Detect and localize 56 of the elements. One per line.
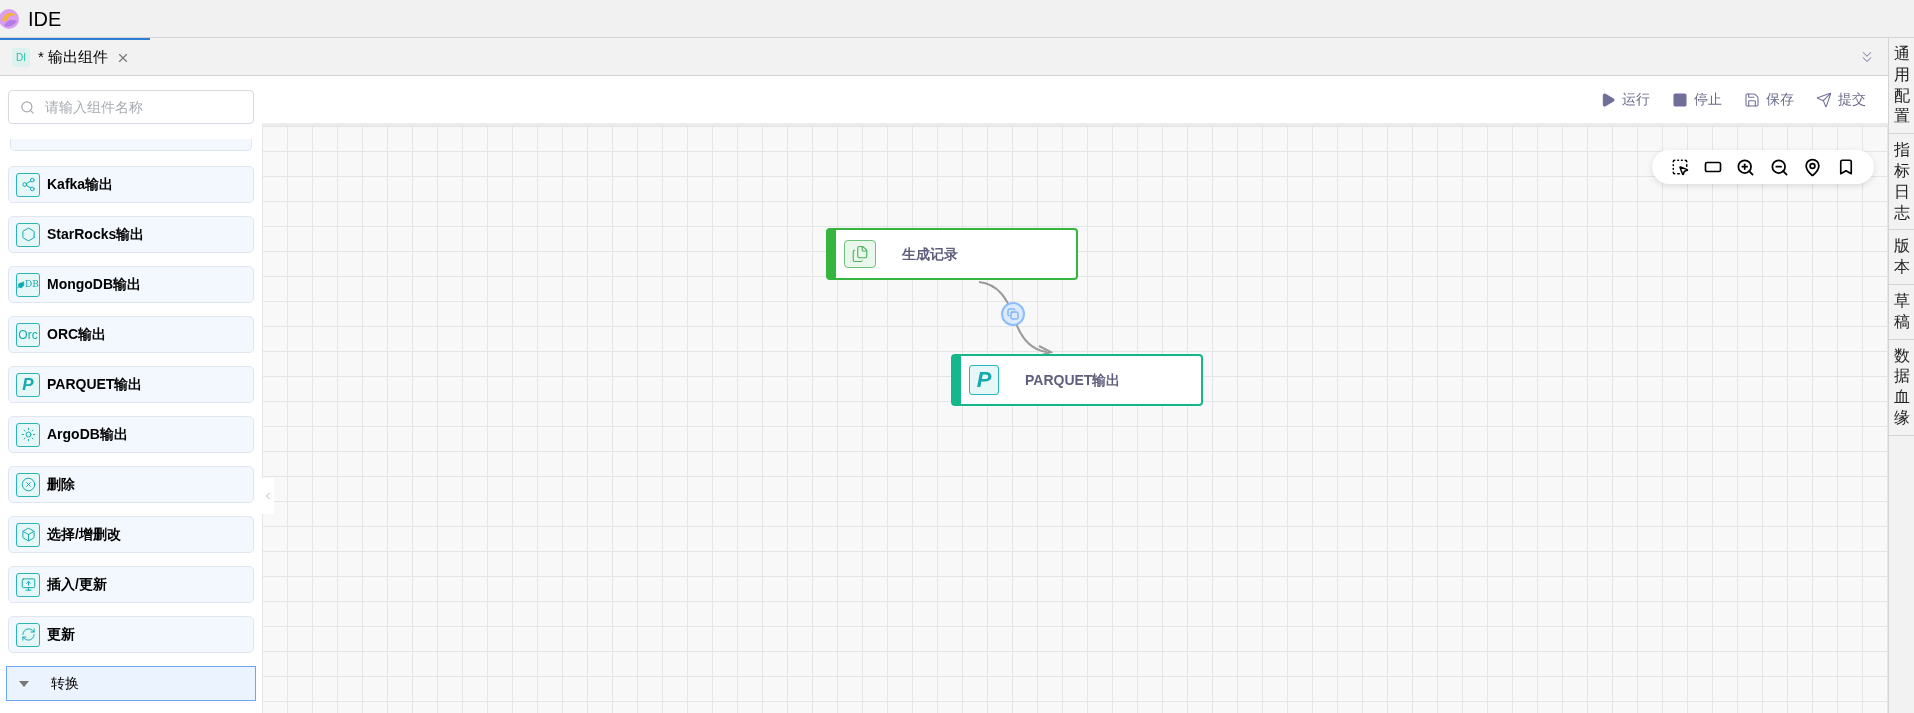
component-item[interactable]: DB MongoDB输出 bbox=[8, 266, 254, 303]
upload-screen-icon bbox=[16, 572, 40, 597]
letter-logo-icon: P bbox=[16, 372, 40, 397]
text-logo-icon: Orc bbox=[16, 322, 40, 347]
search-icon bbox=[20, 100, 35, 115]
logo-icon bbox=[0, 7, 20, 30]
letter-logo-icon: P bbox=[969, 365, 999, 395]
refresh-icon bbox=[16, 622, 40, 647]
zoom-out-icon[interactable] bbox=[1769, 157, 1789, 177]
burst-icon bbox=[16, 422, 40, 447]
side-tab[interactable]: 指标日志 bbox=[1889, 134, 1914, 231]
component-item[interactable]: 插入/更新 bbox=[8, 566, 254, 603]
side-tab-label: 数据血缘 bbox=[1893, 345, 1910, 428]
send-icon bbox=[1816, 91, 1832, 108]
component-item[interactable]: Kafka输出 bbox=[8, 166, 254, 203]
flow-node[interactable]: P PARQUET输出 bbox=[951, 354, 1203, 406]
side-tab-label: 指标日志 bbox=[1893, 140, 1910, 223]
toolbar-button[interactable]: 运行 bbox=[1600, 89, 1650, 110]
cube-icon bbox=[16, 522, 40, 547]
nodes-icon bbox=[16, 172, 40, 197]
documents-icon bbox=[844, 240, 876, 268]
tab-label: * 输出组件 bbox=[38, 47, 108, 68]
tab-badge: DI bbox=[12, 48, 30, 67]
toolbar-button[interactable]: 保存 bbox=[1744, 89, 1794, 110]
editor-tab[interactable]: DI * 输出组件 bbox=[0, 38, 150, 75]
select-icon[interactable] bbox=[1671, 158, 1690, 176]
component-item[interactable]: 更新 bbox=[8, 616, 254, 653]
play-icon bbox=[1600, 91, 1616, 108]
map-pin-icon[interactable] bbox=[1803, 157, 1823, 177]
side-tab[interactable]: 数据血缘 bbox=[1889, 339, 1914, 436]
app-title: IDE bbox=[28, 6, 62, 32]
side-tab-label: 版本 bbox=[1893, 236, 1910, 278]
save-icon bbox=[1744, 91, 1760, 108]
category-header[interactable]: 转换 bbox=[6, 666, 256, 701]
side-tab-label: 通用配置 bbox=[1893, 44, 1910, 127]
component-item[interactable]: StarRocks输出 bbox=[8, 216, 254, 253]
side-tab[interactable]: 通用配置 bbox=[1889, 38, 1914, 135]
copy-icon bbox=[1007, 308, 1019, 320]
search-field[interactable]: 请输入组件名称 bbox=[8, 90, 254, 124]
collapse-handle[interactable] bbox=[262, 478, 274, 514]
zoom-in-icon[interactable] bbox=[1736, 157, 1756, 177]
component-item[interactable]: 选择/增删改 bbox=[8, 516, 254, 553]
component-item[interactable]: P PARQUET输出 bbox=[8, 366, 254, 403]
toolbar-button[interactable]: 提交 bbox=[1816, 89, 1866, 110]
stop-icon bbox=[1672, 91, 1688, 108]
caret-icon bbox=[19, 680, 29, 687]
component-item[interactable]: Orc ORC输出 bbox=[8, 316, 254, 353]
toolbar-button[interactable]: 停止 bbox=[1672, 89, 1722, 110]
component-item[interactable]: ArgoDB输出 bbox=[8, 416, 254, 453]
circle-x-icon bbox=[16, 472, 40, 497]
side-tab-label: 草稿 bbox=[1893, 290, 1910, 332]
leaf-icon: DB bbox=[16, 272, 40, 297]
side-tab[interactable]: 版本 bbox=[1889, 230, 1914, 285]
flow-node[interactable]: 生成记录 bbox=[826, 228, 1078, 280]
side-tab[interactable]: 草稿 bbox=[1889, 284, 1914, 340]
component-item[interactable]: 删除 bbox=[8, 466, 254, 503]
